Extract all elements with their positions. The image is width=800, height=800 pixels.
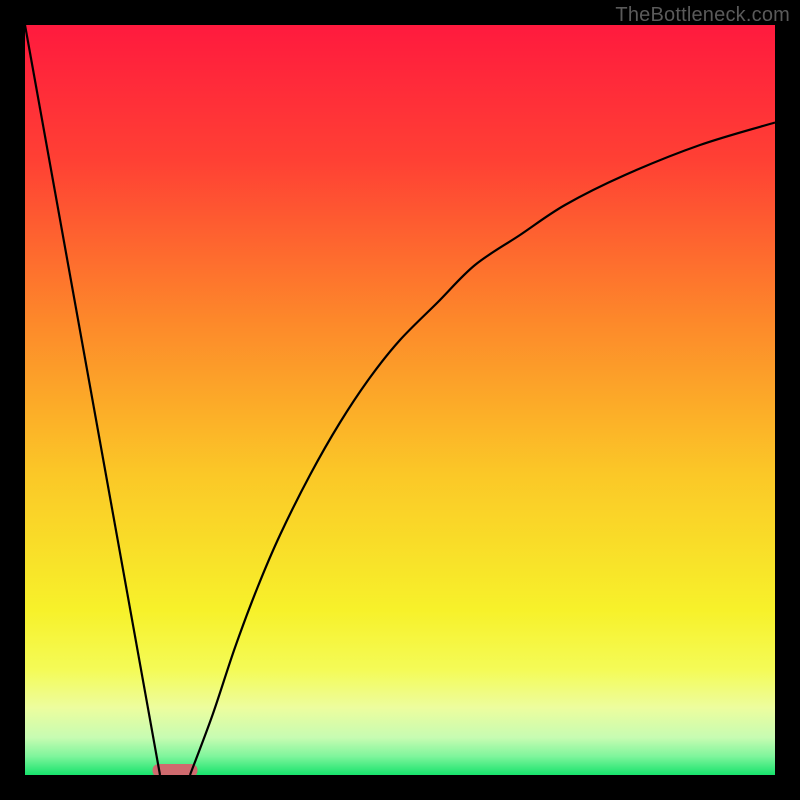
chart-frame: TheBottleneck.com xyxy=(0,0,800,800)
gradient-background xyxy=(25,25,775,775)
watermark-text: TheBottleneck.com xyxy=(615,4,790,27)
chart-svg xyxy=(25,25,775,775)
plot-area xyxy=(25,25,775,775)
